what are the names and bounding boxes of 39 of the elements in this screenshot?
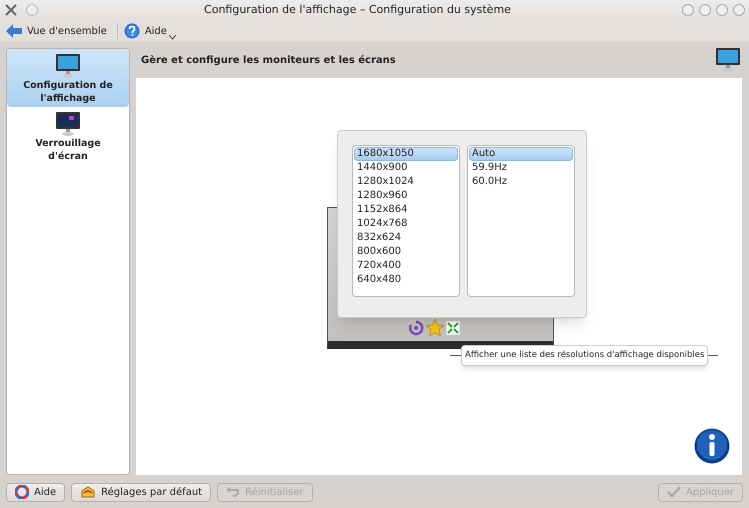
list-item[interactable]: 640x480 [354, 273, 458, 287]
page-header: Gère et configure les moniteurs et les écrans [141, 54, 396, 68]
dropdown-caret-icon[interactable] [168, 34, 176, 40]
checkmark-icon [666, 486, 681, 498]
list-item[interactable]: 1280x960 [354, 189, 458, 203]
list-item[interactable]: 1680x1050 [354, 147, 458, 161]
lifebuoy-icon [15, 485, 29, 499]
tooltip: Afficher une liste des résolutions d'affichage disponibles [461, 345, 708, 366]
sidebar-label: Verrouillage d'écran [34, 137, 102, 163]
monitor-icon [55, 53, 81, 79]
monitor-icon [715, 47, 741, 73]
toolbar-button[interactable]: Aide [124, 23, 167, 39]
toolbar-button[interactable]: Vue d'ensemble [6, 24, 107, 38]
sidebar-label: Configuration de l'affichage [22, 79, 114, 105]
defaults-icon [80, 485, 96, 499]
list-item[interactable]: 1024x768 [354, 217, 458, 231]
info-icon [694, 428, 730, 464]
list-item[interactable]: Auto [469, 147, 573, 161]
pin-button[interactable] [26, 4, 38, 16]
list-item[interactable]: 832x624 [354, 231, 458, 245]
list-item[interactable]: 720x400 [354, 259, 458, 273]
help-icon [124, 23, 140, 39]
list-item[interactable]: 1440x900 [354, 161, 458, 175]
back-arrow-icon [6, 24, 22, 38]
resize-icon[interactable] [446, 320, 460, 334]
defaults-button[interactable]: Réglages par défaut [71, 482, 212, 502]
window-title: Configuration de l'affichage – Configuration du système [203, 2, 512, 18]
help-button[interactable]: Aide [6, 482, 66, 502]
sidebar-item[interactable]: Configuration de l'affichage [7, 49, 129, 107]
monitor-icon [55, 111, 81, 137]
undo-icon [226, 486, 240, 498]
list-item[interactable]: 800x600 [354, 245, 458, 259]
list-item[interactable]: 1280x1024 [354, 175, 458, 189]
list-item[interactable]: 60.0Hz [469, 175, 573, 189]
rotate-icon[interactable] [408, 320, 424, 336]
list-item[interactable]: 1152x864 [354, 203, 458, 217]
sidebar-item[interactable]: Verrouillage d'écran [7, 107, 129, 165]
list-item[interactable]: 59.9Hz [469, 161, 573, 175]
star-icon[interactable] [426, 319, 444, 336]
